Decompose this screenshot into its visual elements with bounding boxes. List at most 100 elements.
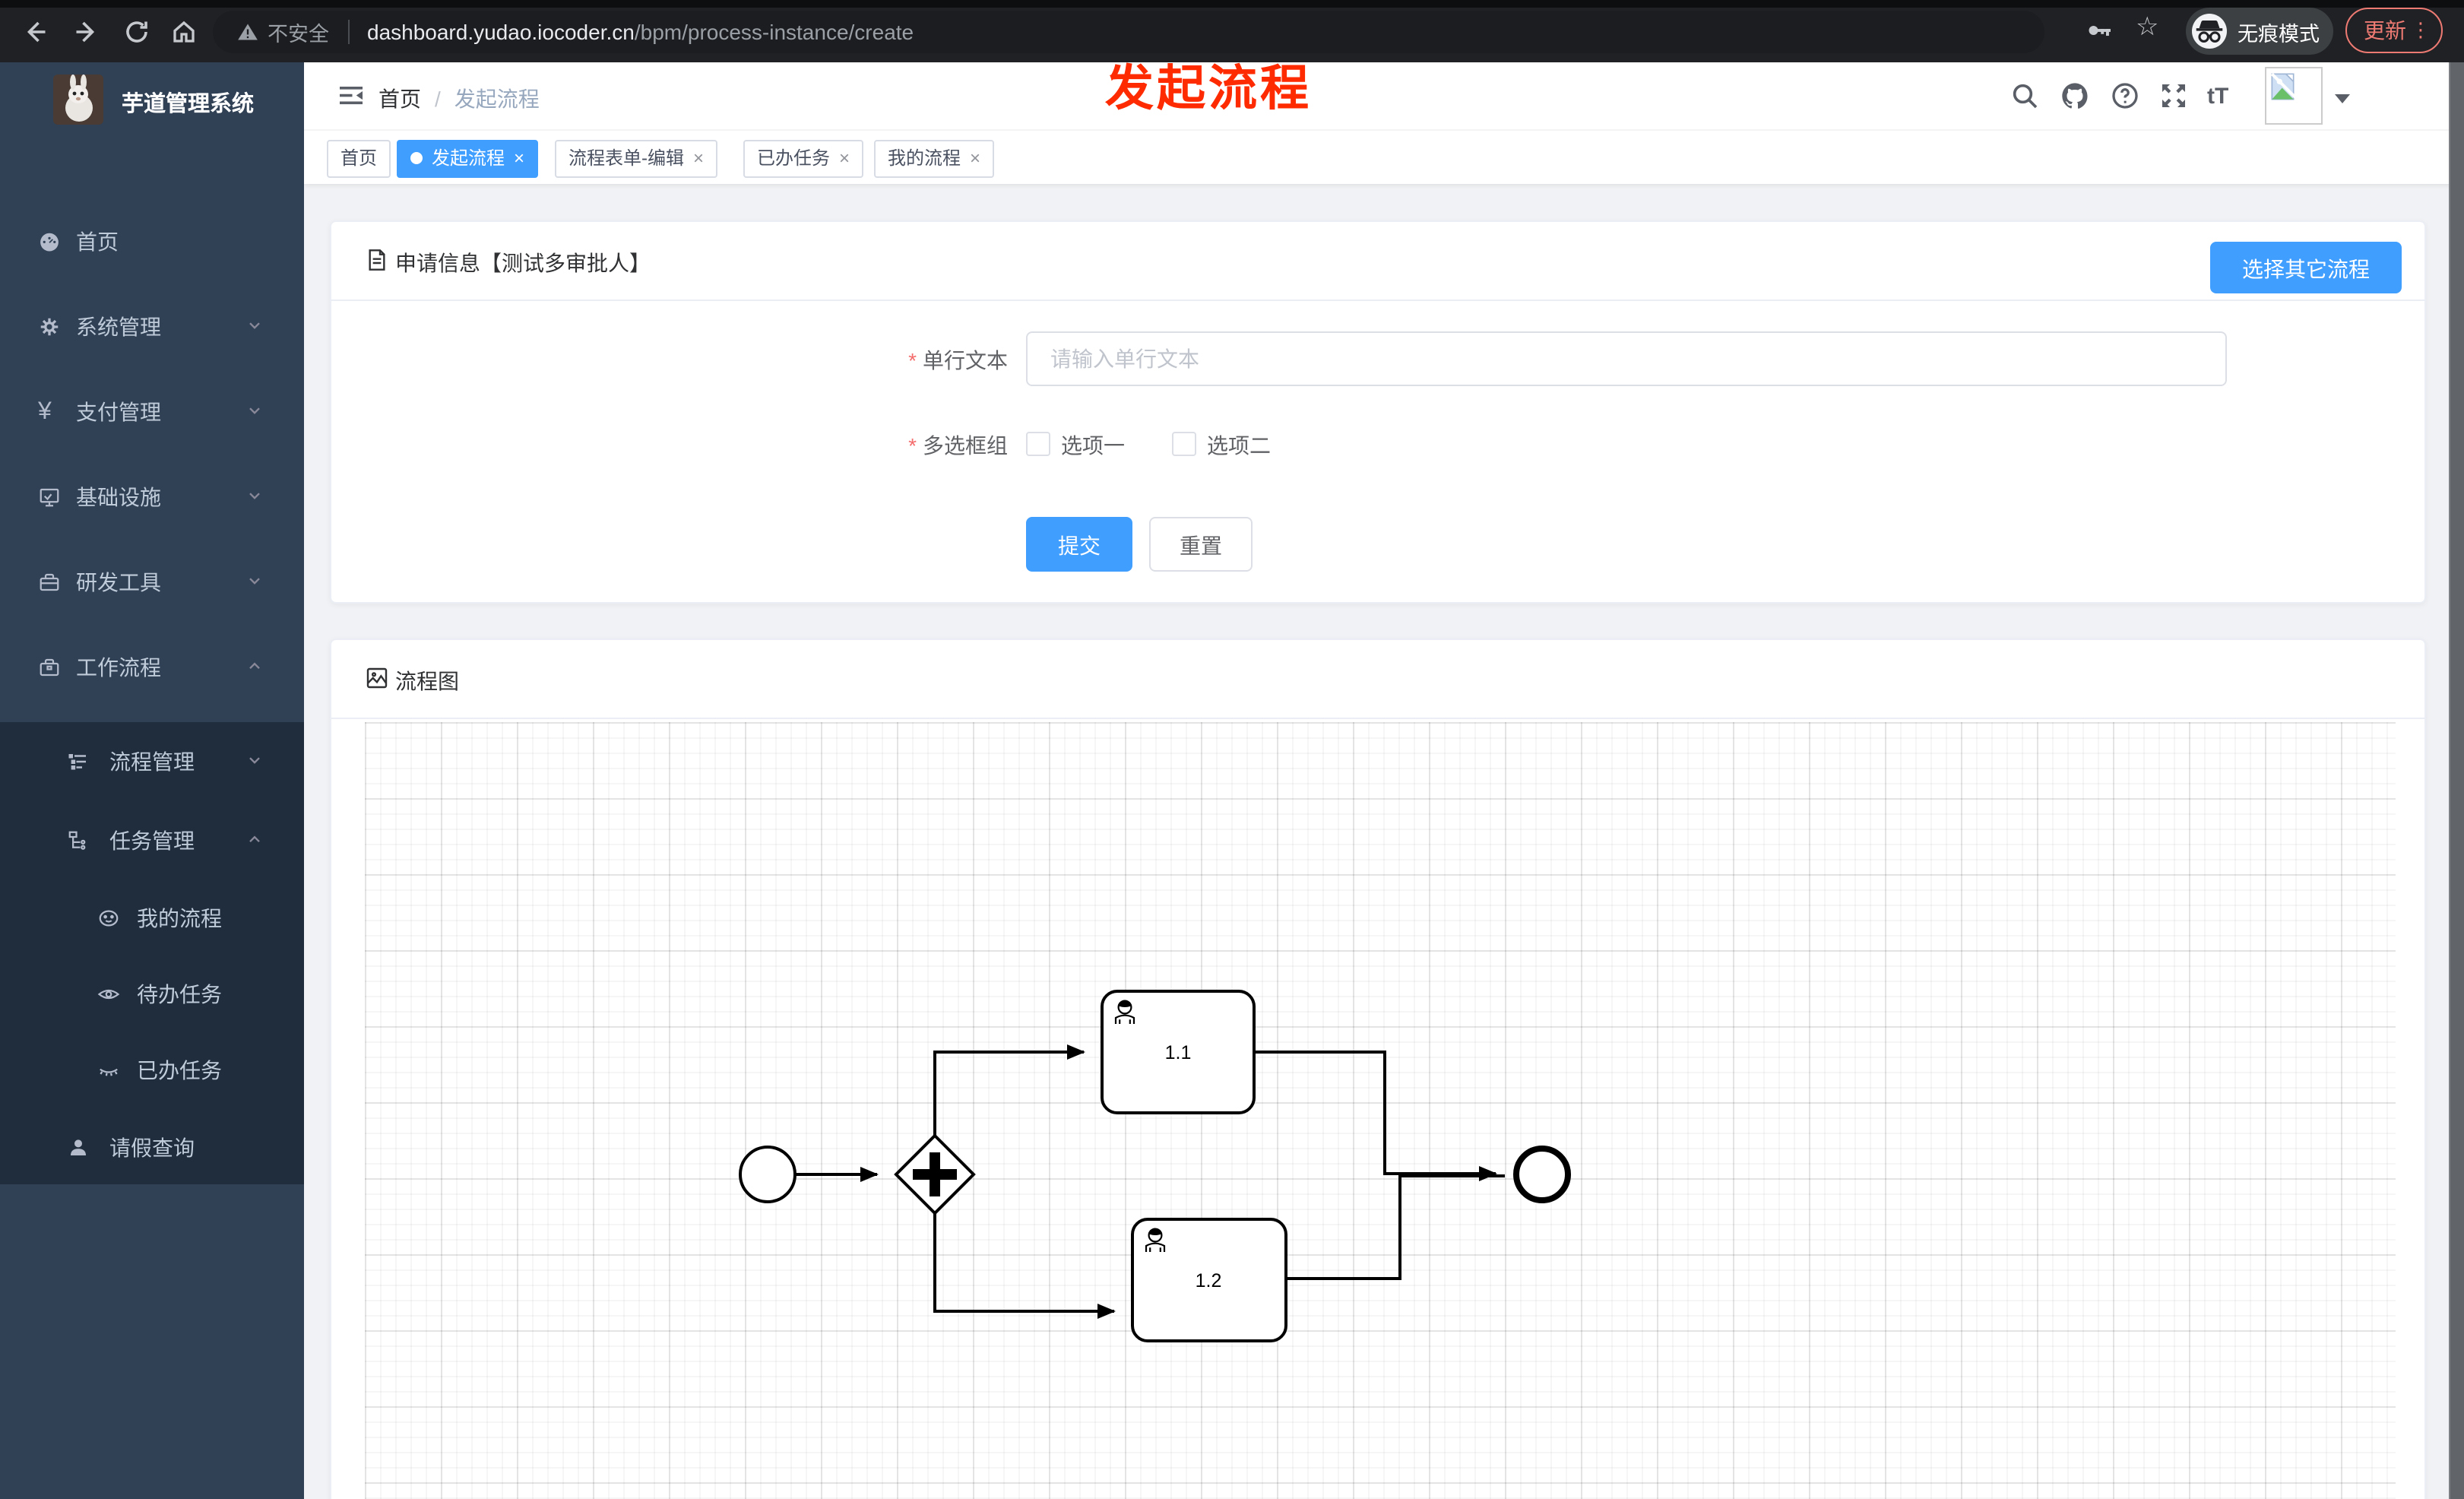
sidebar-item-label: 支付管理: [76, 400, 161, 424]
checkbox-option2[interactable]: [1172, 432, 1196, 456]
tab-label: 我的流程: [888, 147, 961, 169]
sidebar-item-infrastructure[interactable]: 基础设施: [0, 455, 304, 540]
sidebar-item-label: 已办任务: [137, 1058, 222, 1082]
url-host[interactable]: dashboard.yudao.iocoder.cn: [367, 20, 635, 44]
tab-start-process[interactable]: 发起流程 ×: [397, 140, 539, 178]
dashboard-icon: [38, 230, 61, 253]
search-icon[interactable]: [2010, 81, 2040, 111]
sidebar-item-payment[interactable]: ¥ 支付管理: [0, 369, 304, 455]
help-icon[interactable]: [2110, 81, 2140, 111]
choose-other-process-button[interactable]: 选择其它流程: [2210, 242, 2402, 293]
bookmark-star-icon[interactable]: ☆: [2136, 12, 2159, 43]
close-icon[interactable]: ×: [839, 147, 850, 169]
gear-icon: [38, 315, 61, 338]
checkbox-option1[interactable]: [1026, 432, 1050, 456]
reset-button[interactable]: 重置: [1149, 517, 1253, 572]
font-size-icon[interactable]: tT: [2207, 84, 2238, 114]
single-line-text-input[interactable]: [1026, 331, 2227, 386]
tab-form-edit[interactable]: 流程表单-编辑 ×: [555, 140, 718, 178]
github-icon[interactable]: [2060, 81, 2090, 111]
sidebar: 芋道管理系统 首页 系统管理 ¥ 支付管理 基础设施 研发工具 工作流程 流程管…: [0, 62, 304, 1499]
not-secure-warning-icon: [238, 24, 258, 40]
password-key-icon[interactable]: [2086, 17, 2113, 52]
checkbox-option1-label[interactable]: 选项一: [1061, 430, 1125, 461]
sidebar-item-label: 请假查询: [109, 1136, 195, 1160]
sidebar-item-my-process[interactable]: 我的流程: [0, 880, 304, 956]
sidebar-item-system[interactable]: 系统管理: [0, 284, 304, 369]
breadcrumb-home[interactable]: 首页: [378, 87, 421, 111]
flow-gateway-to-task1: [933, 1044, 1085, 1136]
chevron-up-icon: [248, 832, 261, 846]
sidebar-item-label: 我的流程: [137, 906, 222, 930]
flow-gateway-to-task2: [933, 1213, 1116, 1319]
app-logo-image: [53, 74, 103, 125]
user-avatar[interactable]: [2265, 67, 2323, 125]
avatar-caret-icon[interactable]: [2335, 94, 2350, 103]
browser-reload-icon[interactable]: [123, 18, 150, 46]
chevron-down-icon: [248, 318, 261, 332]
bpmn-canvas[interactable]: 1.1 1.2: [365, 722, 2396, 1499]
url-path[interactable]: /bpm/process-instance/create: [635, 20, 914, 44]
sidebar-item-label: 待办任务: [137, 982, 222, 1006]
sidebar-item-done-tasks[interactable]: 已办任务: [0, 1032, 304, 1108]
sidebar-collapse-icon[interactable]: [337, 82, 365, 109]
process-diagram-card: 流程图 1.1 1.2: [330, 639, 2426, 1499]
sidebar-item-workflow[interactable]: 工作流程: [0, 625, 304, 710]
sidebar-item-leave-query[interactable]: 请假查询: [0, 1108, 304, 1187]
sidebar-item-label: 基础设施: [76, 485, 161, 509]
card-header: 申请信息【测试多审批人】 选择其它流程: [331, 222, 2424, 301]
sidebar-item-label: 流程管理: [109, 750, 195, 774]
briefcase-icon: [38, 656, 61, 679]
page-scrollbar[interactable]: [2449, 62, 2464, 1499]
sidebar-item-process-mgmt[interactable]: 流程管理: [0, 722, 304, 801]
sidebar-item-todo-tasks[interactable]: 待办任务: [0, 956, 304, 1032]
browser-tabstrip: [0, 0, 2464, 8]
tab-my-process[interactable]: 我的流程 ×: [874, 140, 995, 178]
tags-view-bar: 首页 发起流程 × 流程表单-编辑 × 已办任务 × 我的流程 ×: [304, 129, 2464, 184]
close-icon[interactable]: ×: [514, 147, 524, 169]
app-logo[interactable]: 芋道管理系统: [0, 71, 304, 135]
browser-back-icon[interactable]: [21, 18, 49, 46]
required-asterisk: *: [908, 348, 917, 372]
card-title: 申请信息【测试多审批人】: [395, 251, 651, 275]
breadcrumb-separator: /: [435, 87, 441, 111]
address-bar[interactable]: 不安全 dashboard.yudao.iocoder.cn/bpm/proce…: [213, 11, 2044, 53]
task-label: 1.2: [1196, 1270, 1222, 1291]
chevron-down-icon: [248, 489, 261, 502]
sidebar-item-home[interactable]: 首页: [0, 199, 304, 284]
incognito-icon: [2192, 14, 2227, 49]
browser-home-icon[interactable]: [170, 18, 198, 46]
end-event[interactable]: [1513, 1146, 1571, 1203]
field-label-checkbox-group: * 多选框组: [908, 433, 1008, 458]
tab-done-tasks[interactable]: 已办任务 ×: [743, 140, 864, 178]
incognito-label: 无痕模式: [2238, 22, 2320, 45]
close-icon[interactable]: ×: [970, 147, 980, 169]
fullscreen-icon[interactable]: [2158, 81, 2189, 111]
eye-icon: [97, 983, 120, 1006]
security-label[interactable]: 不安全: [268, 17, 329, 47]
tab-label: 发起流程: [432, 147, 505, 169]
start-event[interactable]: [739, 1146, 797, 1203]
application-info-card: 申请信息【测试多审批人】 选择其它流程 *单行文本 *多选框组 选项一 选项二 …: [330, 220, 2426, 604]
list-tree-icon: [67, 750, 90, 773]
card-title: 流程图: [395, 669, 459, 693]
user-icon: [67, 1136, 90, 1159]
sidebar-item-label: 研发工具: [76, 570, 161, 594]
sidebar-item-task-mgmt[interactable]: 任务管理: [0, 801, 304, 880]
sidebar-item-devtools[interactable]: 研发工具: [0, 540, 304, 625]
checkbox-option2-label[interactable]: 选项二: [1207, 430, 1271, 461]
task-label: 1.1: [1165, 1042, 1192, 1063]
tab-home[interactable]: 首页: [327, 140, 391, 178]
image-icon: [365, 666, 389, 690]
chevron-down-icon: [248, 574, 261, 588]
breadcrumb-current: 发起流程: [454, 87, 540, 111]
browser-forward-icon[interactable]: [73, 18, 100, 46]
main-content: 申请信息【测试多审批人】 选择其它流程 *单行文本 *多选框组 选项一 选项二 …: [304, 182, 2464, 1499]
browser-menu-icon[interactable]: ⋮: [2411, 18, 2431, 43]
bpmn-diagram: 1.1 1.2: [739, 990, 1571, 1342]
chevron-up-icon: [248, 659, 261, 673]
submit-button[interactable]: 提交: [1026, 517, 1132, 572]
close-icon[interactable]: ×: [693, 147, 704, 169]
top-header: 首页 / 发起流程 tT: [304, 62, 2464, 129]
browser-update-button[interactable]: 更新 ⋮: [2345, 8, 2443, 53]
